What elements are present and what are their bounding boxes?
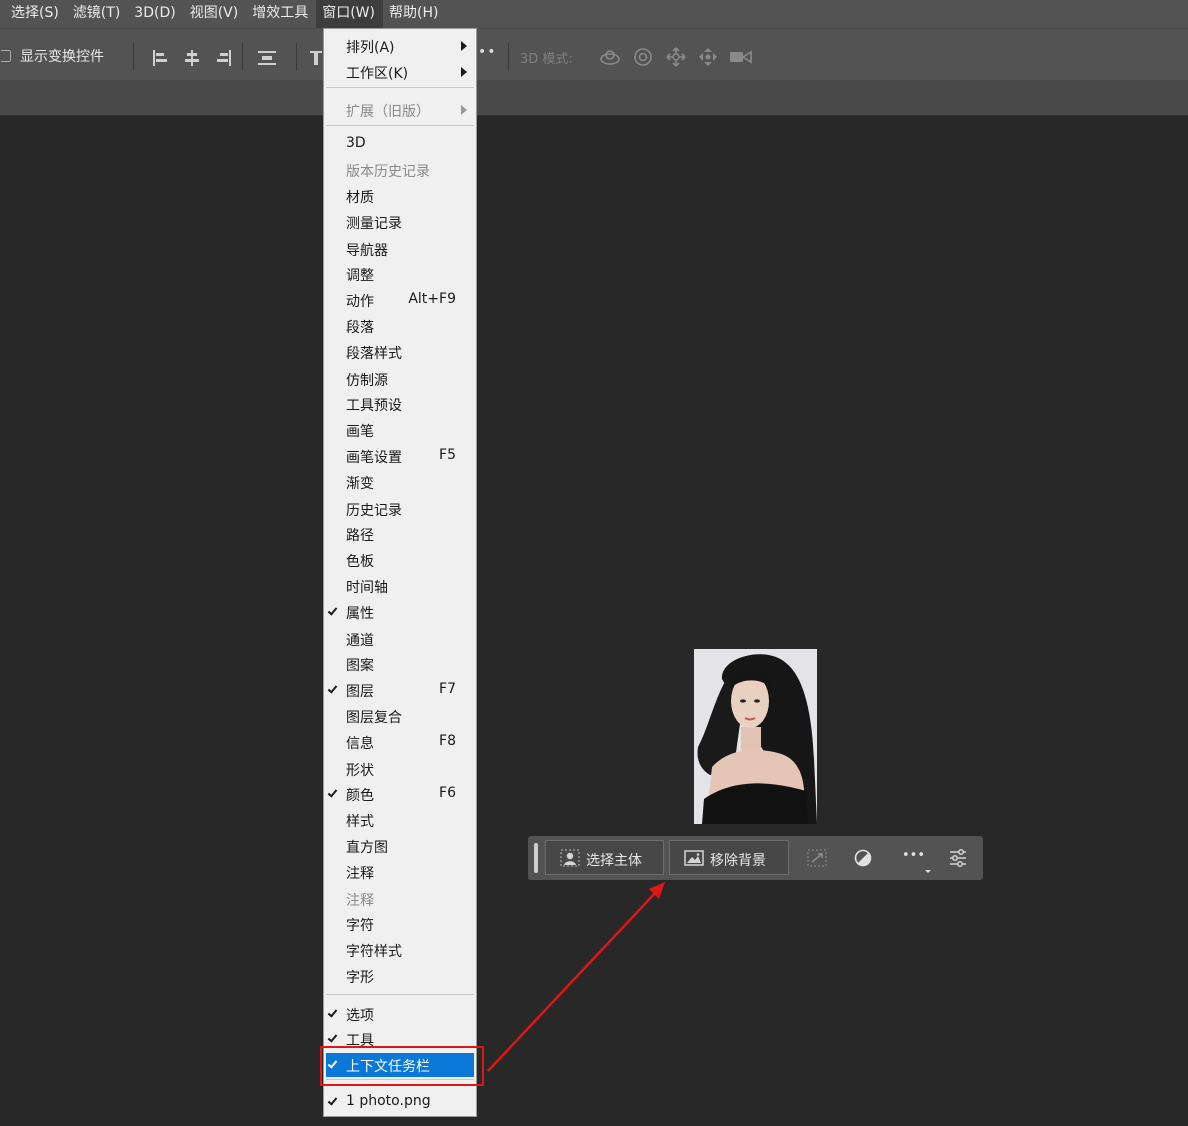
annotation-arrow [487, 882, 665, 1072]
